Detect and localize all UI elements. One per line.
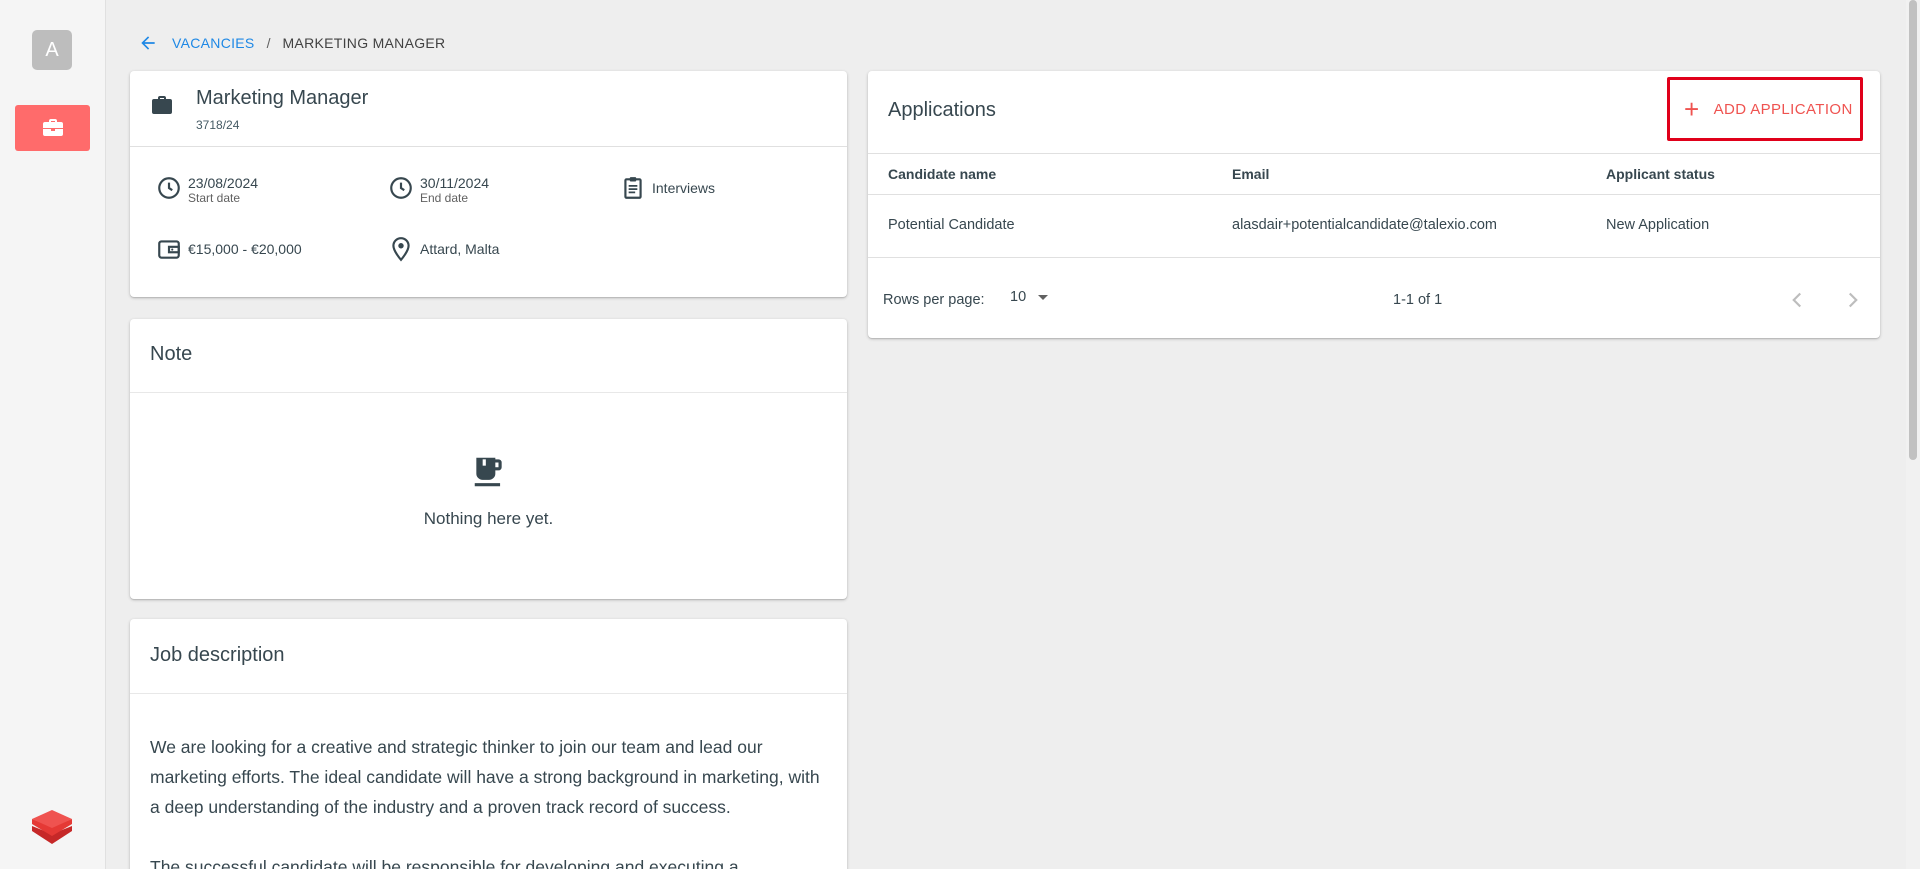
job-description-card: Job description We are looking for a cre… [130,619,847,869]
end-date-label: End date [420,191,469,205]
coffee-cup-icon [474,457,502,487]
job-description-body: We are looking for a creative and strate… [150,732,830,869]
sidebar: A [0,0,106,869]
column-header-email[interactable]: Email [1232,166,1269,182]
avatar[interactable]: A [32,30,72,70]
arrow-left-icon [141,36,155,50]
page-scrollbar[interactable] [1906,0,1920,869]
salary-value: €15,000 - €20,000 [188,241,302,257]
stack-layers-icon[interactable] [30,806,74,850]
clock-icon [390,177,412,199]
stage: Interviews [620,175,715,201]
applications-card: Applications + ADD APPLICATION Candidate… [868,71,1880,338]
location: Attard, Malta [388,236,499,262]
end-date-value: 30/11/2024 [420,175,490,191]
start-date: 23/08/2024 Start date [156,175,258,205]
status-cell: New Application [1606,217,1710,233]
clipboard-icon [624,177,642,199]
table-header: Candidate name Email Applicant status [868,153,1880,195]
rows-per-page-label: Rows per page: [883,292,985,308]
breadcrumb: VACANCIES / MARKETING MANAGER [138,32,445,54]
divider [130,693,847,694]
add-application-label: ADD APPLICATION [1713,100,1853,118]
scrollbar-thumb[interactable] [1909,0,1917,460]
pagination: Rows per page: 10 1-1 of 1 [868,258,1880,338]
job-summary-card: Marketing Manager 3718/24 23/08/2024 Sta… [130,71,847,297]
job-description-paragraph: We are looking for a creative and strate… [150,737,820,817]
note-title: Note [150,343,193,365]
briefcase-icon [42,119,63,136]
wallet-icon [158,240,180,259]
empty-state-text: Nothing here yet. [423,509,554,528]
stage-value: Interviews [652,180,716,196]
chevron-right-icon[interactable] [1840,287,1866,313]
briefcase-icon [152,96,172,114]
sidebar-item-vacancies[interactable] [15,105,90,151]
candidate-name-cell: Potential Candidate [888,217,1015,233]
plus-icon: + [1684,94,1700,124]
breadcrumb-vacancies-link[interactable]: VACANCIES [172,35,255,51]
location-pin-icon [392,237,410,262]
add-application-button[interactable]: + ADD APPLICATION [1667,77,1863,141]
breadcrumb-current: MARKETING MANAGER [282,35,446,51]
chevron-down-icon [1038,294,1049,300]
divider [130,392,847,393]
pagination-range: 1-1 of 1 [1393,292,1443,308]
back-button[interactable] [138,33,158,53]
job-code: 3718/24 [196,118,240,132]
end-date: 30/11/2024 End date [388,175,489,205]
salary: €15,000 - €20,000 [156,236,302,262]
job-description-paragraph: The successful candidate will be respons… [150,857,739,869]
applications-title: Applications [888,99,996,121]
rows-per-page-select[interactable]: 10 [1010,289,1049,305]
table-row[interactable]: Potential Candidate alasdair+potentialca… [868,195,1880,258]
start-date-value: 23/08/2024 [188,175,259,191]
email-cell: alasdair+potentialcandidate@talexio.com [1232,217,1498,233]
column-header-applicant-status[interactable]: Applicant status [1606,166,1715,182]
job-header: Marketing Manager 3718/24 [130,71,847,147]
job-title: Marketing Manager [196,87,369,109]
column-header-candidate-name[interactable]: Candidate name [888,166,996,182]
breadcrumb-separator: / [266,35,271,51]
rows-per-page-value: 10 [1010,289,1027,305]
chevron-left-icon[interactable] [1784,287,1810,313]
job-description-title: Job description [150,644,285,666]
clock-icon [158,177,180,199]
note-card: Note Nothing here yet. [130,319,847,599]
start-date-label: Start date [188,191,241,205]
location-value: Attard, Malta [420,241,500,257]
